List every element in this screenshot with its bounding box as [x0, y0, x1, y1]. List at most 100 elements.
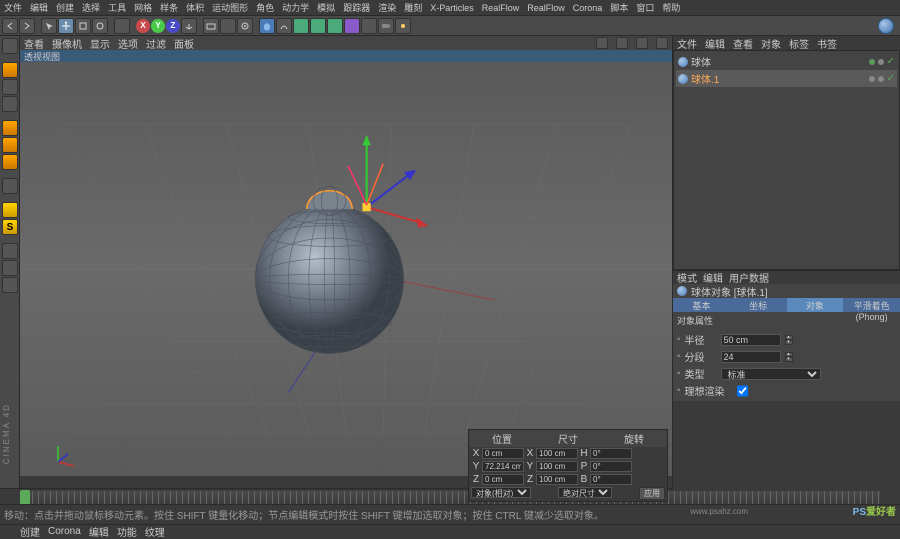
render-perfect-checkbox[interactable]: [737, 385, 748, 397]
om-menu-item[interactable]: 文件: [677, 36, 697, 51]
menu-item[interactable]: X-Particles: [430, 3, 474, 13]
spinner-icon[interactable]: ▴▾: [785, 352, 793, 362]
type-select[interactable]: 标准: [721, 368, 821, 380]
mat-tab[interactable]: 编辑: [89, 524, 109, 539]
render-view-button[interactable]: [203, 18, 219, 34]
vp-menu-item[interactable]: 查看: [24, 36, 44, 51]
pos-x-input[interactable]: [482, 448, 524, 459]
vp-menu-item[interactable]: 面板: [174, 36, 194, 51]
menu-item[interactable]: 工具: [108, 1, 126, 14]
undo-button[interactable]: [2, 18, 18, 34]
deformer-button[interactable]: [344, 18, 360, 34]
layout-button[interactable]: [878, 18, 894, 34]
vp-nav-icon[interactable]: [616, 37, 628, 49]
primitive-cube-button[interactable]: [259, 18, 275, 34]
environment-button[interactable]: [361, 18, 377, 34]
mat-tab[interactable]: 纹理: [145, 524, 165, 539]
subdivision-button[interactable]: [310, 18, 326, 34]
menu-item[interactable]: 雕刻: [404, 1, 422, 14]
camera-button[interactable]: [378, 18, 394, 34]
model-mode-button[interactable]: [2, 62, 18, 78]
om-menu-item[interactable]: 标签: [789, 36, 809, 51]
object-manager[interactable]: 球体 ✓ 球体.1 ✓: [673, 50, 900, 270]
radius-input[interactable]: [721, 334, 781, 346]
pos-z-input[interactable]: [482, 474, 524, 485]
menu-item[interactable]: 选择: [82, 1, 100, 14]
workplane-mode-button[interactable]: [2, 96, 18, 112]
menu-item[interactable]: 帮助: [662, 1, 680, 14]
planar-workplane-button[interactable]: [2, 277, 18, 293]
attr-tab-object[interactable]: 对象: [787, 298, 844, 312]
mat-tab[interactable]: 功能: [117, 524, 137, 539]
vp-nav-icon[interactable]: [596, 37, 608, 49]
vp-menu-item[interactable]: 过滤: [146, 36, 166, 51]
menu-item[interactable]: 窗口: [636, 1, 654, 14]
menu-item[interactable]: 创建: [56, 1, 74, 14]
menu-item[interactable]: 网格: [134, 1, 152, 14]
spinner-icon[interactable]: ▴▾: [785, 335, 793, 345]
mat-tab[interactable]: Corona: [48, 526, 81, 537]
vp-menu-item[interactable]: 显示: [90, 36, 110, 51]
coord-system-button[interactable]: [181, 18, 197, 34]
attr-tab-coord[interactable]: 坐标: [730, 298, 787, 312]
rot-h-input[interactable]: [590, 448, 632, 459]
coord-mode-select[interactable]: 对象(相对): [471, 487, 531, 498]
menu-item[interactable]: 跟踪器: [343, 1, 370, 14]
spline-pen-button[interactable]: [276, 18, 292, 34]
history-button[interactable]: [114, 18, 130, 34]
vp-menu-item[interactable]: 摄像机: [52, 36, 82, 51]
vp-nav-icon[interactable]: [636, 37, 648, 49]
pos-y-input[interactable]: [482, 461, 524, 472]
menu-item[interactable]: RealFlow: [482, 3, 520, 13]
make-editable-button[interactable]: [2, 38, 18, 54]
z-axis-toggle[interactable]: Z: [166, 19, 180, 33]
move-tool[interactable]: [58, 18, 74, 34]
vp-nav-icon[interactable]: [656, 37, 668, 49]
size-z-input[interactable]: [536, 474, 578, 485]
menu-item[interactable]: 体积: [186, 1, 204, 14]
menu-item[interactable]: RealFlow: [527, 3, 565, 13]
menu-item[interactable]: Corona: [573, 3, 603, 13]
workplane-button[interactable]: [2, 243, 18, 259]
menu-item[interactable]: 运动图形: [212, 1, 248, 14]
attr-tab-phong[interactable]: 平滑着色(Phong): [843, 298, 900, 312]
om-menu-item[interactable]: 查看: [733, 36, 753, 51]
size-x-input[interactable]: [536, 448, 578, 459]
scale-tool[interactable]: [75, 18, 91, 34]
redo-button[interactable]: [19, 18, 35, 34]
rotate-tool[interactable]: [92, 18, 108, 34]
menu-item[interactable]: 文件: [4, 1, 22, 14]
segments-input[interactable]: [721, 351, 781, 363]
vp-menu-item[interactable]: 选项: [118, 36, 138, 51]
generator-button[interactable]: [293, 18, 309, 34]
apply-button[interactable]: 应用: [639, 487, 665, 500]
size-y-input[interactable]: [536, 461, 578, 472]
menu-item[interactable]: 动力学: [282, 1, 309, 14]
menu-item[interactable]: 脚本: [610, 1, 628, 14]
edge-mode-button[interactable]: [2, 137, 18, 153]
object-item[interactable]: 球体 ✓: [676, 53, 897, 70]
menu-item[interactable]: 渲染: [378, 1, 396, 14]
attr-tab-basic[interactable]: 基本: [673, 298, 730, 312]
size-mode-select[interactable]: 绝对尺寸: [558, 487, 612, 498]
select-tool[interactable]: [41, 18, 57, 34]
render-region-button[interactable]: [220, 18, 236, 34]
visibility-dot[interactable]: [878, 76, 884, 82]
menu-item[interactable]: 样条: [160, 1, 178, 14]
rot-p-input[interactable]: [590, 461, 632, 472]
locked-workplane-button[interactable]: [2, 260, 18, 276]
viewport-3d[interactable]: [20, 62, 672, 476]
render-settings-button[interactable]: [237, 18, 253, 34]
polygon-mode-button[interactable]: [2, 154, 18, 170]
checkmark-icon[interactable]: ✓: [887, 73, 895, 84]
mat-tab[interactable]: 创建: [20, 524, 40, 539]
om-menu-item[interactable]: 编辑: [705, 36, 725, 51]
texture-mode-button[interactable]: [2, 79, 18, 95]
point-mode-button[interactable]: [2, 120, 18, 136]
tweak-mode-button[interactable]: [2, 202, 18, 218]
light-button[interactable]: [395, 18, 411, 34]
rot-b-input[interactable]: [590, 474, 632, 485]
visibility-dot[interactable]: [869, 76, 875, 82]
visibility-dot[interactable]: [878, 59, 884, 65]
timeline-ruler[interactable]: [20, 491, 880, 505]
